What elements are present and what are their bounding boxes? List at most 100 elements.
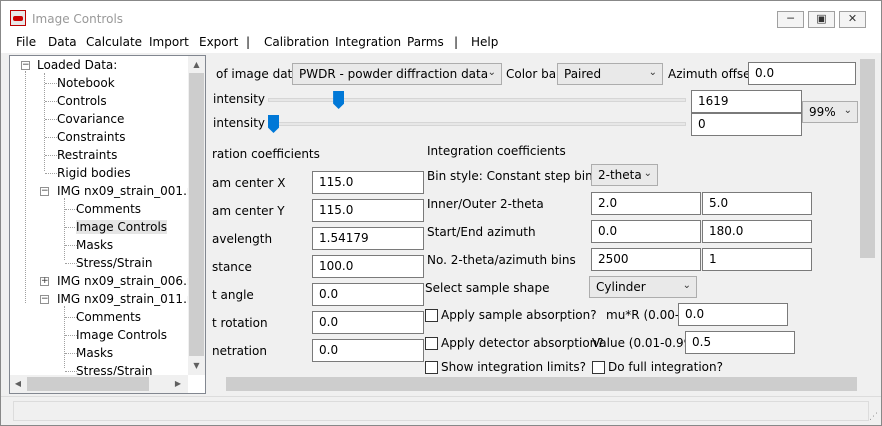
bin-style-label: Bin style: Constant step bins in <box>427 169 614 183</box>
panel-vertical-scroll-thumb[interactable] <box>860 59 875 258</box>
menu-file[interactable]: File <box>16 35 36 49</box>
intensity-percent-select[interactable]: 99% ⌄ <box>802 101 858 123</box>
max-intensity-track[interactable] <box>268 98 686 102</box>
start-azimuth-input[interactable]: 0.0 <box>591 220 701 243</box>
image-data-type-select[interactable]: PWDR - powder diffraction data ⌄ <box>292 63 502 85</box>
scroll-left-arrow-icon[interactable]: ◀ <box>12 379 24 388</box>
inner-outer-2theta-label: Inner/Outer 2-theta <box>427 197 544 211</box>
tree-item-masks[interactable]: Masks <box>76 237 113 254</box>
tree-item-image-001[interactable]: IMG nx09_strain_001.mar2 <box>57 183 188 200</box>
menu-separator: | <box>454 35 459 49</box>
integration-coefficients-header: Integration coefficients <box>427 144 566 158</box>
tree-item-image-011[interactable]: IMG nx09_strain_011.mar2 <box>57 291 188 308</box>
tree-item-image-006[interactable]: IMG nx09_strain_006.mar2 <box>57 273 188 290</box>
tree-horizontal-scroll-thumb[interactable] <box>27 377 149 391</box>
scroll-up-arrow-icon[interactable]: ▲ <box>188 60 205 69</box>
resize-grip-icon[interactable]: ⋰ <box>869 412 878 422</box>
menu-export[interactable]: Export <box>199 35 238 49</box>
image2-expand-icon[interactable]: + <box>40 277 49 286</box>
tree-item-stress-strain[interactable]: Stress/Strain <box>76 255 152 272</box>
panel-vertical-scrollbar[interactable] <box>859 55 876 375</box>
menu-bar: File Data Calculate Import Export | Cali… <box>1 33 881 53</box>
penetration-input[interactable]: 0.0 <box>312 339 424 362</box>
scroll-right-arrow-icon[interactable]: ▶ <box>172 379 184 388</box>
tree-item-comments[interactable]: Comments <box>76 201 141 218</box>
detector-absorption-checkbox[interactable] <box>425 337 438 350</box>
distance-label: stance <box>212 260 252 274</box>
tree-item-covariance[interactable]: Covariance <box>57 111 124 128</box>
tree-connector <box>64 198 65 260</box>
beam-center-y-label: am center Y <box>212 204 285 218</box>
image-controls-window: Image Controls ─ ▣ ✕ File Data Calculate… <box>0 0 882 426</box>
tree-horizontal-scrollbar[interactable]: ◀ ▶ <box>10 375 188 393</box>
tree-item-masks[interactable]: Masks <box>76 345 113 362</box>
tree-vertical-scrollbar[interactable]: ▲ ▼ <box>188 56 205 375</box>
menu-calibration[interactable]: Calibration <box>264 35 329 49</box>
tree-vertical-scroll-thumb[interactable] <box>189 73 204 356</box>
tree-connector <box>45 83 57 84</box>
menu-parms[interactable]: Parms <box>407 35 444 49</box>
menu-calculate[interactable]: Calculate <box>86 35 142 49</box>
panel-horizontal-scroll-thumb[interactable] <box>226 377 857 391</box>
beam-center-y-input[interactable]: 115.0 <box>312 199 424 222</box>
tilt-angle-input[interactable]: 0.0 <box>312 283 424 306</box>
tree-connector <box>45 101 57 102</box>
wavelength-input[interactable]: 1.54179 <box>312 227 424 250</box>
end-azimuth-input[interactable]: 180.0 <box>702 220 812 243</box>
tree-item-notebook[interactable]: Notebook <box>57 75 115 92</box>
title-bar[interactable]: Image Controls ─ ▣ ✕ <box>1 1 881 33</box>
maximize-button[interactable]: ▣ <box>808 11 835 28</box>
menu-import[interactable]: Import <box>149 35 189 49</box>
scroll-down-arrow-icon[interactable]: ▼ <box>188 361 205 370</box>
window-title: Image Controls <box>32 12 124 26</box>
tree-connector <box>45 119 57 120</box>
min-intensity-input[interactable]: 0 <box>691 113 802 136</box>
inner-2theta-input[interactable]: 2.0 <box>591 192 701 215</box>
max-intensity-input[interactable]: 1619 <box>691 90 802 113</box>
tree-item-image-controls-selected[interactable]: Image Controls <box>76 219 168 236</box>
menu-integration[interactable]: Integration <box>335 35 401 49</box>
color-bar-label: Color bar <box>506 67 562 81</box>
min-intensity-slider-thumb[interactable] <box>268 115 279 133</box>
distance-input[interactable]: 100.0 <box>312 255 424 278</box>
image-data-type-label: of image data: <box>216 67 304 81</box>
image3-collapse-icon[interactable]: − <box>40 295 49 304</box>
tree-connector <box>45 137 57 138</box>
tilt-rotation-input[interactable]: 0.0 <box>312 311 424 334</box>
full-integration-checkbox[interactable] <box>592 361 605 374</box>
data-tree[interactable]: − Loaded Data: Notebook Controls Covaria… <box>9 55 206 394</box>
2theta-bins-input[interactable]: 2500 <box>591 248 701 271</box>
beam-center-x-input[interactable]: 115.0 <box>312 171 424 194</box>
detector-value-input[interactable]: 0.5 <box>685 331 795 354</box>
min-intensity-track[interactable] <box>268 122 686 126</box>
max-intensity-slider-thumb[interactable] <box>333 91 345 109</box>
panel-horizontal-scrollbar[interactable] <box>208 375 859 393</box>
tree-item-restraints[interactable]: Restraints <box>57 147 117 164</box>
tree-item-controls[interactable]: Controls <box>57 93 107 110</box>
image1-collapse-icon[interactable]: − <box>40 187 49 196</box>
tree-root[interactable]: Loaded Data: <box>37 57 117 74</box>
bin-style-select[interactable]: 2-theta ⌄ <box>591 164 658 186</box>
azimuth-bins-input[interactable]: 1 <box>702 248 812 271</box>
tree-root-collapse-icon[interactable]: − <box>21 61 30 70</box>
azimuth-offset-input[interactable]: 0.0 <box>748 62 856 85</box>
tree-connector <box>45 155 57 156</box>
tree-item-image-controls[interactable]: Image Controls <box>76 327 167 344</box>
outer-2theta-input[interactable]: 5.0 <box>702 192 812 215</box>
tree-item-comments[interactable]: Comments <box>76 309 141 326</box>
sample-absorption-label: Apply sample absorption? <box>441 308 597 322</box>
tree-item-stress-strain[interactable]: Stress/Strain <box>76 363 152 375</box>
bins-label: No. 2-theta/azimuth bins <box>427 253 576 267</box>
tree-item-rigid-bodies[interactable]: Rigid bodies <box>57 165 131 182</box>
minimize-button[interactable]: ─ <box>777 11 804 28</box>
image-controls-panel: of image data: PWDR - powder diffraction… <box>208 55 859 375</box>
tree-item-constraints[interactable]: Constraints <box>57 129 125 146</box>
menu-data[interactable]: Data <box>48 35 77 49</box>
mur-input[interactable]: 0.0 <box>678 303 788 326</box>
sample-absorption-checkbox[interactable] <box>425 309 438 322</box>
close-button[interactable]: ✕ <box>839 11 866 28</box>
show-limits-checkbox[interactable] <box>425 361 438 374</box>
sample-shape-select[interactable]: Cylinder ⌄ <box>589 276 697 298</box>
menu-help[interactable]: Help <box>471 35 498 49</box>
color-bar-select[interactable]: Paired ⌄ <box>557 63 663 85</box>
